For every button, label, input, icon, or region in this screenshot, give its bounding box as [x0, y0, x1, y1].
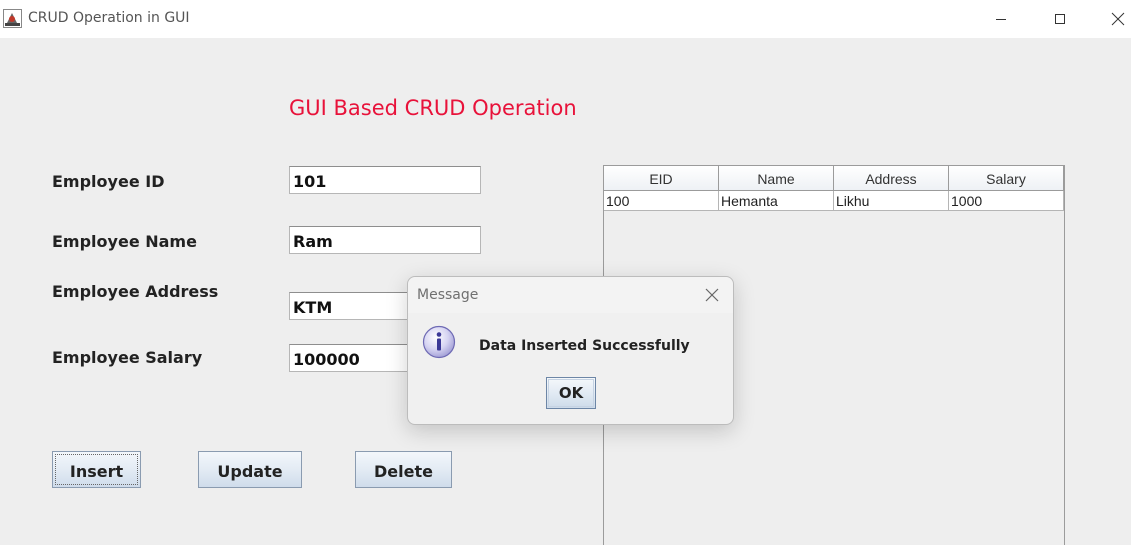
employee-name-input[interactable]: Ram: [289, 226, 481, 254]
dialog-title: Message: [417, 287, 479, 303]
dialog-message: Data Inserted Successfully: [479, 338, 690, 354]
column-header-address[interactable]: Address: [834, 166, 949, 191]
employee-id-label: Employee ID: [52, 172, 165, 191]
window-title: CRUD Operation in GUI: [28, 10, 190, 26]
employee-salary-label: Employee Salary: [52, 348, 203, 367]
close-icon: [705, 288, 719, 302]
app-window: CRUD Operation in GUI GUI Based CRUD Ope…: [0, 0, 1131, 545]
ok-button[interactable]: OK: [546, 377, 596, 409]
close-icon: [1111, 12, 1125, 26]
close-button[interactable]: [1095, 0, 1131, 38]
table-cell-name[interactable]: Hemanta: [719, 191, 834, 211]
minimize-icon: [996, 19, 1006, 20]
insert-button[interactable]: Insert: [52, 451, 141, 488]
table-header: EID Name Address Salary: [604, 166, 1064, 191]
delete-button[interactable]: Delete: [355, 451, 452, 488]
table-row[interactable]: 100 Hemanta Likhu 1000: [604, 191, 1064, 211]
column-header-eid[interactable]: EID: [604, 166, 719, 191]
column-header-name[interactable]: Name: [719, 166, 834, 191]
employee-address-label: Employee Address: [52, 282, 219, 301]
java-app-icon: [3, 9, 22, 28]
maximize-button[interactable]: [1037, 0, 1083, 38]
column-header-salary[interactable]: Salary: [949, 166, 1064, 191]
title-bar[interactable]: CRUD Operation in GUI: [0, 0, 1131, 38]
info-icon: [422, 325, 456, 359]
employee-name-label: Employee Name: [52, 232, 197, 251]
dialog-close-button[interactable]: [701, 284, 723, 306]
minimize-button[interactable]: [978, 0, 1024, 38]
update-button[interactable]: Update: [198, 451, 302, 488]
maximize-icon: [1055, 14, 1065, 24]
table-cell-salary[interactable]: 1000: [949, 191, 1064, 211]
form-heading: GUI Based CRUD Operation: [289, 96, 577, 120]
message-dialog: Message Data Inserted Successfully OK: [407, 276, 734, 425]
table-cell-eid[interactable]: 100: [604, 191, 719, 211]
table-cell-address[interactable]: Likhu: [834, 191, 949, 211]
dialog-title-bar[interactable]: Message: [408, 277, 733, 313]
employee-id-input[interactable]: 101: [289, 166, 481, 194]
